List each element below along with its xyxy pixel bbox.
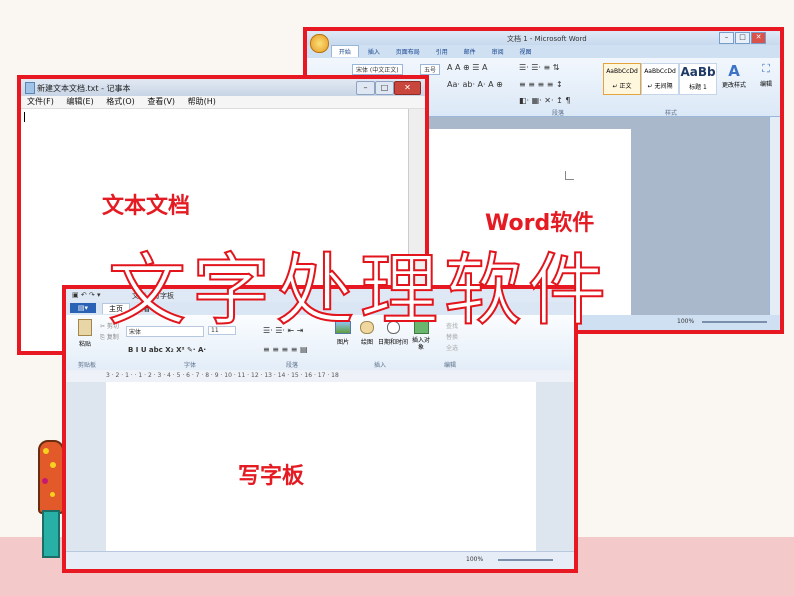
tab-page-layout[interactable]: 页面布局 (389, 46, 427, 57)
word-zoom-level: 100% (677, 318, 695, 325)
maximize-button[interactable]: □ (735, 32, 750, 44)
select-all-button[interactable]: 全选 (446, 343, 458, 352)
wordpad-document-area (66, 382, 574, 552)
tab-references[interactable]: 引用 (429, 46, 455, 57)
tab-review[interactable]: 审阅 (485, 46, 511, 57)
wordpad-align-tools[interactable]: ≡ ≡ ≡ ≡ ▤ (263, 345, 308, 354)
menu-format[interactable]: 格式(O) (106, 97, 135, 106)
tab-view[interactable]: 视图 (513, 46, 539, 57)
paragraph-tools[interactable]: ☰· ☰· ≡ ⇅ (519, 63, 559, 72)
wordpad-page[interactable] (106, 382, 536, 552)
tab-mailings[interactable]: 邮件 (457, 46, 483, 57)
menu-edit[interactable]: 编辑(E) (66, 97, 93, 106)
grow-font-icon[interactable]: A A ⊕ ☰ A (447, 63, 487, 72)
close-button[interactable]: ✕ (751, 32, 766, 44)
menu-file[interactable]: 文件(F) (27, 97, 54, 106)
notepad-title: 新建文本文档.txt - 记事本 (37, 84, 131, 93)
notepad-menu-bar: 文件(F) 编辑(E) 格式(O) 查看(V) 帮助(H) (21, 96, 425, 109)
quick-access-toolbar[interactable]: ▣ ↶ ↷ ▾ (72, 291, 101, 299)
paste-button[interactable]: 粘贴 (74, 319, 96, 353)
notepad-title-bar: 新建文本文档.txt - 记事本 – □ ✕ (21, 79, 425, 96)
menu-view[interactable]: 查看(V) (147, 97, 175, 106)
style-no-spacing[interactable]: AaBbCcDd ↵ 无间隔 (641, 63, 679, 95)
notepad-label: 文本文档 (102, 194, 191, 219)
notepad-maximize-button[interactable]: □ (375, 81, 394, 95)
text-cursor (24, 112, 25, 122)
group-wordpad-paragraph: 段落 (286, 362, 299, 369)
wordpad-ruler[interactable]: 3 · 2 · 1 · · 1 · 2 · 3 · 4 · 5 · 6 · 7 … (66, 370, 574, 382)
highlight-icon[interactable]: Aa· ab· A· A ⊕ (447, 80, 503, 89)
wordpad-menu-button[interactable]: ▤▾ (70, 303, 96, 313)
tab-home[interactable]: 开始 (330, 45, 359, 57)
word-scrollbar[interactable] (769, 117, 780, 315)
edit-button[interactable]: ⛶ 编辑 (755, 62, 777, 96)
group-clipboard: 剪贴板 (78, 362, 97, 369)
change-styles-button[interactable]: A 更改样式 (721, 62, 747, 96)
align-tools[interactable]: ≡ ≡ ≡ ≡ ↕ (519, 80, 563, 89)
group-font: 字体 (184, 362, 197, 369)
style-heading-1[interactable]: AaBb 标题 1 (679, 63, 717, 95)
font-size-box[interactable]: 五号 (420, 64, 441, 75)
notepad-close-button[interactable]: ✕ (394, 81, 421, 95)
word-title: 文档 1 - Microsoft Word (507, 35, 587, 43)
font-format-tools[interactable]: B I U abc X₂ X² ✎· A· (128, 346, 206, 354)
group-insert: 插入 (374, 362, 387, 369)
style-normal[interactable]: AaBbCcDd ↵ 正文 (603, 63, 641, 95)
word-zoom-slider[interactable] (702, 321, 767, 323)
word-title-bar: 文档 1 - Microsoft Word – □ ✕ (307, 31, 780, 53)
group-paragraph: 段落 (552, 110, 565, 117)
word-tabs: 开始 插入 页面布局 引用 邮件 审阅 视图 (307, 45, 780, 58)
wordpad-label: 写字板 (238, 464, 305, 489)
tab-insert[interactable]: 插入 (361, 46, 387, 57)
cartoon-figure (36, 440, 64, 558)
corner-mark (565, 171, 574, 180)
wordpad-status-bar: 100% (66, 551, 574, 569)
minimize-button[interactable]: – (719, 32, 734, 44)
wordpad-zoom-slider[interactable] (498, 559, 553, 561)
group-editing: 编辑 (444, 362, 457, 369)
border-tools[interactable]: ◧· ▦· ✕· ↥ ¶ (519, 96, 570, 105)
clipboard-icon (78, 319, 92, 336)
notepad-icon (25, 82, 35, 94)
font-name-box[interactable]: 宋体 (中文正文) (352, 64, 403, 75)
notepad-minimize-button[interactable]: – (356, 81, 375, 95)
main-title: 文字处理软件 (107, 245, 613, 337)
menu-help[interactable]: 帮助(H) (188, 97, 216, 106)
wordpad-zoom-level: 100% (466, 556, 484, 563)
office-button[interactable] (310, 34, 329, 53)
group-styles: 样式 (665, 110, 678, 117)
